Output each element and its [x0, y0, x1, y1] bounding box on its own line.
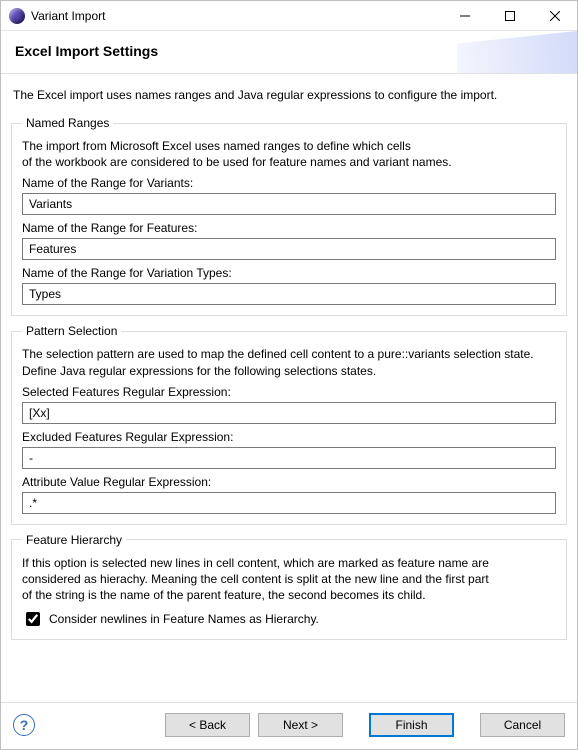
feature-hierarchy-legend: Feature Hierarchy	[22, 533, 126, 547]
text-line: The import from Microsoft Excel uses nam…	[22, 139, 411, 153]
text-line: If this option is selected new lines in …	[22, 556, 489, 570]
minimize-icon	[460, 11, 470, 21]
button-bar: ? < Back Next > Finish Cancel	[1, 702, 577, 749]
checkbox-consider-newlines-label[interactable]: Consider newlines in Feature Names as Hi…	[49, 612, 319, 626]
header-decoration	[457, 31, 577, 73]
close-button[interactable]	[532, 1, 577, 31]
input-range-features[interactable]	[22, 238, 556, 260]
pattern-selection-group: Pattern Selection The selection pattern …	[11, 324, 567, 524]
label-excluded-regex: Excluded Features Regular Expression:	[22, 430, 556, 444]
input-attribute-regex[interactable]	[22, 492, 556, 514]
minimize-button[interactable]	[442, 1, 487, 31]
label-selected-regex: Selected Features Regular Expression:	[22, 385, 556, 399]
text-line: considered as hierachy. Meaning the cell…	[22, 572, 489, 586]
text-line: Define Java regular expressions for the …	[22, 364, 376, 378]
label-range-types: Name of the Range for Variation Types:	[22, 266, 556, 280]
feature-hierarchy-description: If this option is selected new lines in …	[22, 555, 556, 604]
lead-text: The Excel import uses names ranges and J…	[13, 88, 567, 102]
window-title: Variant Import	[31, 9, 105, 23]
help-icon[interactable]: ?	[13, 714, 35, 736]
named-ranges-legend: Named Ranges	[22, 116, 113, 130]
named-ranges-group: Named Ranges The import from Microsoft E…	[11, 116, 567, 316]
back-button[interactable]: < Back	[165, 713, 250, 737]
finish-button[interactable]: Finish	[369, 713, 454, 737]
content-area: The Excel import uses names ranges and J…	[1, 74, 577, 702]
cancel-button[interactable]: Cancel	[480, 713, 565, 737]
input-range-variants[interactable]	[22, 193, 556, 215]
wizard-header: Excel Import Settings	[1, 31, 577, 73]
hierarchy-checkbox-row: Consider newlines in Feature Names as Hi…	[22, 609, 556, 629]
label-range-variants: Name of the Range for Variants:	[22, 176, 556, 190]
close-icon	[550, 11, 560, 21]
input-range-types[interactable]	[22, 283, 556, 305]
app-icon	[9, 8, 25, 24]
label-range-features: Name of the Range for Features:	[22, 221, 556, 235]
text-line: The selection pattern are used to map th…	[22, 347, 534, 361]
label-attribute-regex: Attribute Value Regular Expression:	[22, 475, 556, 489]
maximize-icon	[505, 11, 515, 21]
next-button[interactable]: Next >	[258, 713, 343, 737]
feature-hierarchy-group: Feature Hierarchy If this option is sele…	[11, 533, 567, 641]
input-selected-regex[interactable]	[22, 402, 556, 424]
pattern-selection-description: The selection pattern are used to map th…	[22, 346, 556, 378]
text-line: of the workbook are considered to be use…	[22, 155, 452, 169]
checkbox-consider-newlines[interactable]	[26, 612, 40, 626]
pattern-selection-legend: Pattern Selection	[22, 324, 121, 338]
named-ranges-description: The import from Microsoft Excel uses nam…	[22, 138, 556, 170]
text-line: of the string is the name of the parent …	[22, 588, 426, 602]
content-spacer	[11, 648, 567, 678]
input-excluded-regex[interactable]	[22, 447, 556, 469]
maximize-button[interactable]	[487, 1, 532, 31]
title-bar: Variant Import	[1, 1, 577, 31]
